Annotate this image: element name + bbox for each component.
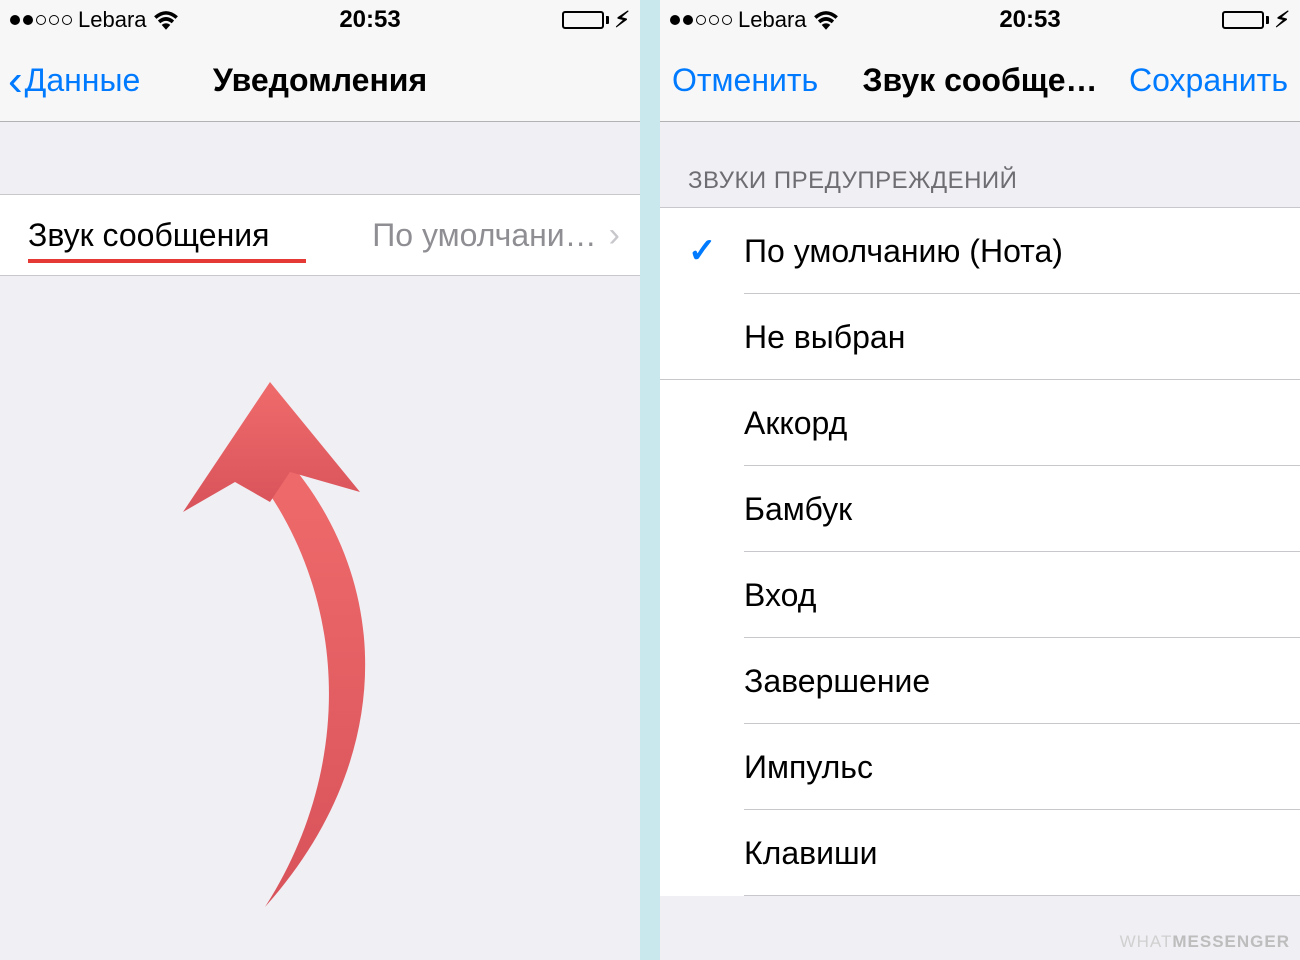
charging-icon: ⚡︎ — [615, 7, 630, 33]
signal-strength-icon — [10, 15, 72, 25]
sound-option[interactable]: ✓По умолчанию (Нота) — [660, 208, 1300, 294]
sound-option-label: Импульс — [744, 749, 873, 786]
sound-option-label: Завершение — [744, 663, 930, 700]
carrier-label: Lebara — [738, 7, 807, 33]
clock: 20:53 — [339, 6, 400, 34]
cell-value: По умолчани… — [281, 217, 596, 254]
watermark: WHATMESSENGER — [1120, 932, 1290, 952]
cancel-button[interactable]: Отменить — [672, 62, 818, 99]
message-sound-cell[interactable]: Звук сообщения По умолчани… › — [0, 194, 640, 276]
charging-icon: ⚡︎ — [1275, 7, 1290, 33]
page-title: Уведомления — [213, 62, 427, 99]
status-bar: Lebara 20:53 ⚡︎ — [660, 0, 1300, 40]
sound-option-label: Не выбран — [744, 319, 905, 356]
annotation-underline — [28, 259, 306, 263]
save-button[interactable]: Сохранить — [1129, 62, 1288, 99]
back-button[interactable]: ‹ Данные — [8, 62, 140, 99]
right-screen: Lebara 20:53 ⚡︎ Отменить Звук сообще… Со… — [660, 0, 1300, 960]
sound-option-label: Бамбук — [744, 491, 852, 528]
sound-option[interactable]: Завершение — [660, 638, 1300, 724]
sound-option-label: Клавиши — [744, 835, 878, 872]
sound-option[interactable]: Импульс — [660, 724, 1300, 810]
sound-option-label: По умолчанию (Нота) — [744, 233, 1063, 270]
nav-bar: ‹ Данные Уведомления — [0, 40, 640, 122]
back-label: Данные — [25, 62, 141, 99]
signal-strength-icon — [670, 15, 732, 25]
left-screen: Lebara 20:53 ⚡︎ ‹ Данные Уведомления — [0, 0, 640, 960]
battery-icon — [562, 11, 609, 29]
wifi-icon — [813, 10, 839, 30]
clock: 20:53 — [999, 6, 1060, 34]
status-bar: Lebara 20:53 ⚡︎ — [0, 0, 640, 40]
battery-icon — [1222, 11, 1269, 29]
screens-divider — [640, 0, 660, 960]
sound-list: ✓По умолчанию (Нота) Не выбран Аккорд Бамбу… — [660, 207, 1300, 896]
annotation-arrow — [135, 382, 415, 932]
page-title: Звук сообще… — [862, 62, 1097, 99]
cell-label: Звук сообщения — [28, 217, 269, 254]
sound-option[interactable]: Вход — [660, 552, 1300, 638]
sound-option[interactable]: Бамбук — [660, 466, 1300, 552]
sound-option[interactable]: Клавиши — [660, 810, 1300, 896]
sound-option-label: Аккорд — [744, 405, 847, 442]
section-header: ЗВУКИ ПРЕДУПРЕЖДЕНИЙ — [660, 122, 1300, 207]
sound-option[interactable]: Не выбран — [660, 294, 1300, 380]
carrier-label: Lebara — [78, 7, 147, 33]
chevron-right-icon: › — [609, 216, 620, 255]
nav-bar: Отменить Звук сообще… Сохранить — [660, 40, 1300, 122]
sound-option-label: Вход — [744, 577, 816, 614]
sound-option[interactable]: Аккорд — [660, 380, 1300, 466]
chevron-left-icon: ‹ — [8, 63, 23, 98]
wifi-icon — [153, 10, 179, 30]
checkmark-icon: ✓ — [688, 231, 744, 271]
